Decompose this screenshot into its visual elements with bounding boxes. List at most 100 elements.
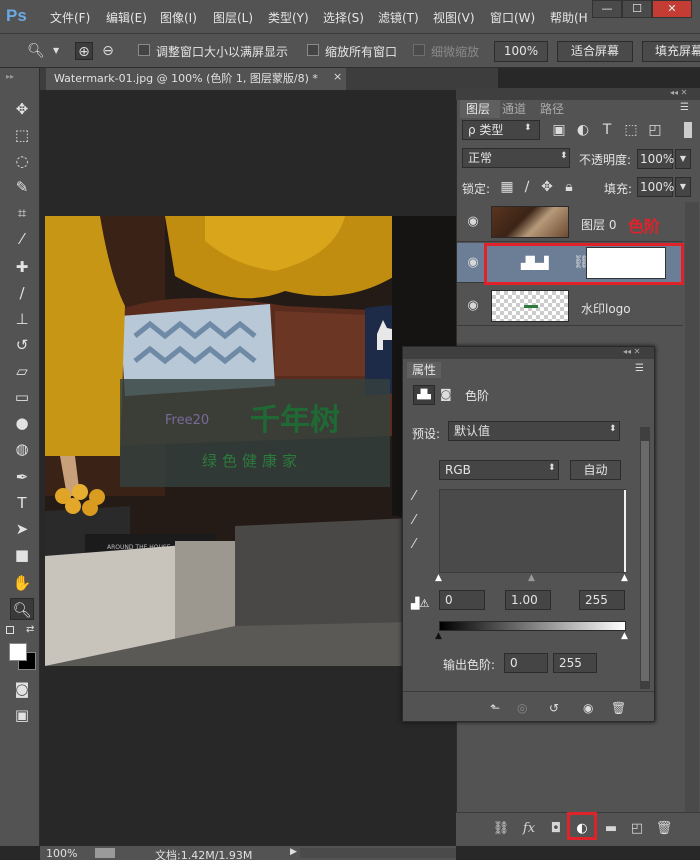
fill-dropdown-icon[interactable]: ▼ (675, 177, 691, 197)
dodge-tool-icon[interactable]: ◍ (10, 438, 34, 460)
menu-view[interactable]: 视图(V) (433, 9, 475, 26)
gray-point-eyedropper-icon[interactable]: ⁄ (413, 513, 415, 528)
path-selection-tool-icon[interactable]: ➤ (10, 518, 34, 540)
opacity-input[interactable]: 100% (637, 149, 674, 169)
lock-all-icon[interactable]: 🔒︎ (560, 178, 578, 196)
lasso-tool-icon[interactable]: ◌ (10, 150, 34, 172)
add-mask-icon[interactable]: ◘ (547, 820, 565, 838)
tab-properties[interactable]: 属性 (407, 362, 442, 378)
screen-mode-icon[interactable]: ▣ (10, 704, 34, 726)
filter-shape-icon[interactable]: ⬚ (622, 121, 640, 139)
visibility-eye-icon[interactable]: ◉ (465, 214, 481, 230)
layers-panel-menu-icon[interactable]: ☰ (680, 102, 689, 113)
marquee-tool-icon[interactable]: ⬚ (10, 124, 34, 146)
clone-stamp-tool-icon[interactable]: ⊥ (10, 308, 34, 330)
input-white-field[interactable]: 255 (579, 590, 625, 610)
document-info-icon[interactable] (95, 848, 115, 858)
white-point-eyedropper-icon[interactable]: ⁄ (413, 537, 415, 552)
menu-window[interactable]: 窗口(W) (490, 9, 535, 26)
eyedropper-tool-icon[interactable]: ⁄ (10, 228, 34, 250)
actual-pixels-button[interactable]: 100% (494, 41, 548, 62)
type-tool-icon[interactable]: T (10, 492, 34, 514)
minimize-button[interactable]: — (592, 0, 622, 18)
menu-layer[interactable]: 图层(L) (213, 9, 253, 26)
input-gamma-field[interactable]: 1.00 (505, 590, 551, 610)
fill-screen-button[interactable]: 填充屏幕 (642, 41, 700, 62)
zoom-out-icon[interactable]: ⊖ (99, 42, 117, 60)
quick-mask-icon[interactable]: ◙ (10, 678, 34, 700)
document-canvas[interactable]: Free20 千年树 绿色健康家 AROUND THE HOUSE (45, 216, 456, 666)
layer-style-fx-icon[interactable]: fx (520, 820, 538, 838)
properties-scrollbar-track[interactable] (640, 427, 650, 689)
eraser-tool-icon[interactable]: ▱ (10, 360, 34, 382)
menu-select[interactable]: 选择(S) (323, 9, 364, 26)
gradient-tool-icon[interactable]: ▭ (10, 386, 34, 408)
pen-tool-icon[interactable]: ✒ (10, 466, 34, 488)
mask-properties-icon[interactable]: ◙ (440, 387, 452, 401)
zoom-tool-icon[interactable]: 🔍︎ (27, 42, 45, 60)
hand-tool-icon[interactable]: ✋ (10, 572, 34, 594)
status-menu-arrow-icon[interactable]: ▶ (290, 847, 297, 857)
menu-image[interactable]: 图像(I) (160, 9, 197, 26)
zoom-in-icon[interactable]: ⊕ (75, 42, 93, 60)
toggle-visibility-eye-icon[interactable]: ◉ (583, 701, 593, 715)
blend-mode-select[interactable]: 正常 (462, 148, 570, 168)
clipping-warning-icon[interactable]: ▟⚠ (411, 597, 429, 610)
collapse-panels-icon[interactable]: ◂◂ ✕ (670, 88, 687, 97)
input-black-field[interactable]: 0 (439, 590, 485, 610)
menu-type[interactable]: 类型(Y) (268, 9, 309, 26)
swap-colors-icon[interactable]: ⇄ (26, 624, 34, 635)
horizontal-scrollbar[interactable] (300, 848, 456, 858)
close-window-button[interactable]: ✕ (652, 0, 692, 18)
layer-row-layer0[interactable]: ◉ 图层 0 色阶 (457, 202, 683, 242)
collapse-toolbar-icon[interactable]: ▸▸ (6, 72, 14, 81)
black-point-eyedropper-icon[interactable]: ⁄ (413, 489, 415, 504)
reset-adjustment-icon[interactable]: ↺ (549, 701, 559, 715)
tool-preset-chevron-icon[interactable]: ▼ (53, 46, 59, 55)
properties-menu-icon[interactable]: ☰ (635, 363, 644, 374)
zoom-all-windows-checkbox[interactable] (307, 44, 319, 56)
input-black-slider[interactable]: ▲ (435, 573, 442, 583)
foreground-color-swatch[interactable] (9, 643, 27, 661)
document-tab[interactable]: Watermark-01.jpg @ 100% (色阶 1, 图层蒙版/8) * (46, 68, 346, 90)
properties-dock-header[interactable] (403, 347, 654, 359)
output-white-field[interactable]: 255 (553, 653, 597, 673)
filter-pixel-icon[interactable]: ▣ (550, 121, 568, 139)
menu-file[interactable]: 文件(F) (50, 9, 90, 26)
output-white-slider[interactable]: ▲ (621, 631, 628, 641)
menu-edit[interactable]: 编辑(E) (106, 9, 147, 26)
layer-name[interactable]: 图层 0 (581, 216, 616, 233)
lock-position-icon[interactable]: ✥ (538, 178, 556, 196)
brush-tool-icon[interactable]: ∕ (10, 282, 34, 304)
layers-scrollbar[interactable] (685, 202, 699, 812)
levels-adjustment-icon[interactable]: ▟▙ (413, 385, 435, 405)
resize-windows-checkbox[interactable] (138, 44, 150, 56)
status-zoom-level[interactable]: 100% (46, 847, 77, 860)
quick-selection-tool-icon[interactable]: ✎ (10, 176, 34, 198)
layer-row-watermark-logo[interactable]: ◉ 水印logo (457, 286, 683, 326)
clip-to-layer-icon[interactable]: ⬑ (490, 701, 500, 715)
filter-toggle-switch[interactable] (684, 122, 692, 138)
visibility-eye-icon[interactable]: ◉ (465, 255, 481, 271)
opacity-dropdown-icon[interactable]: ▼ (675, 149, 691, 169)
lock-transparent-pixels-icon[interactable]: ▦ (498, 178, 516, 196)
filter-adjustment-icon[interactable]: ◐ (574, 121, 592, 139)
view-previous-state-icon[interactable]: ◎ (517, 701, 527, 715)
lock-image-pixels-icon[interactable]: ∕ (518, 178, 536, 196)
layer-name[interactable]: 水印logo (581, 300, 631, 317)
output-black-slider[interactable]: ▲ (435, 631, 442, 641)
menu-help[interactable]: 帮助(H (550, 9, 588, 26)
output-black-field[interactable]: 0 (504, 653, 548, 673)
maximize-button[interactable]: ☐ (622, 0, 652, 18)
close-tab-icon[interactable]: × (333, 70, 342, 83)
blur-tool-icon[interactable]: ● (10, 412, 34, 434)
fill-input[interactable]: 100% (637, 177, 674, 197)
zoom-tool-icon-active[interactable]: 🔍︎ (10, 598, 34, 620)
input-gamma-slider[interactable]: ▲ (528, 573, 535, 583)
new-group-folder-icon[interactable]: ▬ (602, 820, 620, 838)
link-layers-icon[interactable]: ⛓ (492, 820, 510, 838)
tab-channels[interactable]: 通道 (502, 100, 526, 118)
input-white-slider[interactable]: ▲ (621, 573, 628, 583)
visibility-eye-icon[interactable]: ◉ (465, 298, 481, 314)
shape-tool-icon[interactable]: ■ (10, 544, 34, 566)
